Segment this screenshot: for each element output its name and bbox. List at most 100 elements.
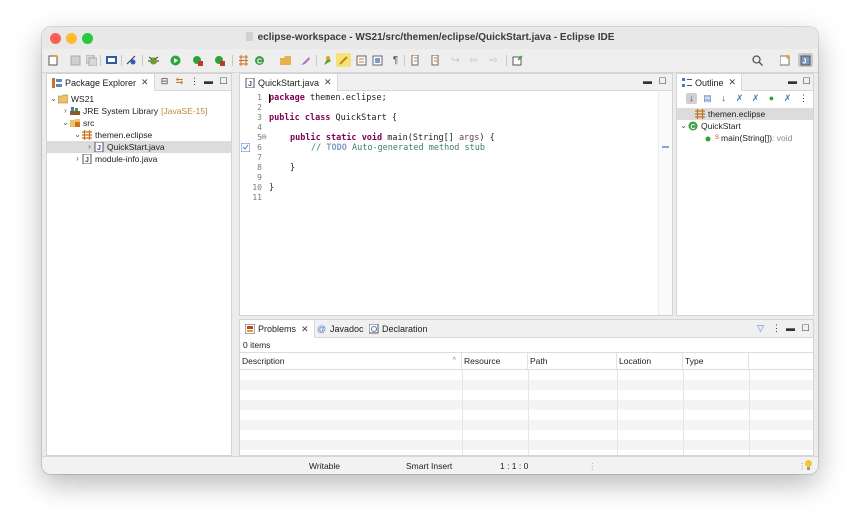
- view-menu-icon[interactable]: ⋮: [798, 93, 809, 104]
- table-body: [240, 370, 813, 455]
- save-icon[interactable]: [68, 53, 83, 67]
- quick-access-search-icon[interactable]: [750, 53, 765, 67]
- close-tab-icon[interactable]: ✕: [141, 77, 149, 88]
- close-tab-icon[interactable]: ✕: [324, 77, 332, 88]
- maximize-icon[interactable]: ☐: [218, 76, 229, 87]
- editor-panel: J QuickStart.java ✕ ▬ ☐ 1 2 3 4 5 6 7 8 …: [239, 73, 673, 316]
- chevron-right-icon[interactable]: ›: [85, 141, 94, 153]
- column-description[interactable]: Description ^: [240, 353, 462, 369]
- code-area[interactable]: package themen.eclipse; public class Qui…: [268, 91, 672, 315]
- minimize-icon[interactable]: ▬: [642, 76, 653, 87]
- run-icon[interactable]: [168, 53, 183, 67]
- column-resource[interactable]: Resource: [462, 353, 528, 369]
- toggle-mark-occurrences-icon[interactable]: [354, 53, 369, 67]
- hide-static-icon[interactable]: ↓: [718, 93, 729, 104]
- code-line-10: }: [269, 183, 275, 193]
- java-file-icon: J: [245, 77, 255, 88]
- external-tools-icon[interactable]: [212, 53, 227, 67]
- tab-quickstart-java[interactable]: J QuickStart.java ✕: [240, 74, 338, 91]
- problems-table: Description ^ Resource Path Location Type: [240, 352, 813, 455]
- outline-item-package[interactable]: themen.eclipse: [677, 108, 813, 120]
- chevron-down-icon[interactable]: ⌄: [61, 117, 70, 129]
- pin-editor-icon[interactable]: [510, 53, 525, 67]
- hide-nonpublic-icon[interactable]: ✗: [734, 93, 745, 104]
- collapse-all-icon[interactable]: ⊟: [159, 76, 170, 87]
- new-class-icon[interactable]: [278, 53, 293, 67]
- new-java-project-icon[interactable]: [236, 53, 251, 67]
- tree-item-ws21[interactable]: ⌄ WS21: [47, 93, 231, 105]
- view-menu-icon[interactable]: ⋮: [189, 76, 200, 87]
- debug-icon[interactable]: [146, 53, 161, 67]
- tree-item-module-info[interactable]: › J module-info.java: [47, 153, 231, 165]
- hide-fields-icon[interactable]: ▤: [702, 93, 713, 104]
- last-edit-location-icon[interactable]: ↪: [448, 53, 463, 67]
- coverage-icon[interactable]: [190, 53, 205, 67]
- tree-item-package[interactable]: ⌄ themen.eclipse: [47, 129, 231, 141]
- tip-lightbulb-icon[interactable]: [804, 459, 813, 473]
- open-type-icon[interactable]: [298, 53, 313, 67]
- link-with-editor-icon[interactable]: ⇆: [174, 76, 185, 87]
- next-edit-icon[interactable]: [408, 53, 423, 67]
- public-members-icon[interactable]: ●: [766, 93, 777, 104]
- status-insert-mode[interactable]: Smart Insert: [406, 461, 452, 471]
- chevron-right-icon[interactable]: ›: [61, 105, 70, 117]
- minimize-icon[interactable]: ▬: [785, 323, 796, 334]
- tab-outline[interactable]: Outline ✕: [677, 74, 743, 91]
- link-with-editor-icon[interactable]: ✗: [782, 93, 793, 104]
- show-whitespace-icon[interactable]: ¶: [388, 53, 403, 67]
- filter-icon[interactable]: ▽: [755, 323, 766, 334]
- open-perspective-icon[interactable]: [778, 53, 793, 67]
- hide-local-types-icon[interactable]: ✗: [750, 93, 761, 104]
- tree-item-jre[interactable]: › JRE System Library [JavaSE-15]: [47, 105, 231, 117]
- chevron-down-icon[interactable]: ⌄: [49, 93, 58, 105]
- previous-edit-icon[interactable]: [428, 53, 443, 67]
- skip-breakpoints-icon[interactable]: [124, 53, 139, 67]
- sort-icon[interactable]: ↓: [686, 93, 697, 104]
- column-path[interactable]: Path: [528, 353, 617, 369]
- toggle-block-selection-icon[interactable]: [370, 53, 385, 67]
- minimize-icon[interactable]: ▬: [203, 76, 214, 87]
- search-icon[interactable]: [320, 53, 335, 67]
- outline-toolbar: ↓ ▤ ↓ ✗ ✗ ● ✗ ⋮: [686, 93, 812, 107]
- minimize-icon[interactable]: ▬: [787, 76, 798, 87]
- outline-panel: Outline ✕ ▬ ☐ ↓ ▤ ↓ ✗ ✗ ● ✗ ⋮ themen.ecl…: [676, 73, 814, 316]
- tab-javadoc[interactable]: @ Javadoc: [312, 320, 369, 338]
- tree-item-quickstart-java[interactable]: › J QuickStart.java: [47, 141, 231, 153]
- svg-text:J: J: [803, 58, 807, 65]
- task-marker-icon[interactable]: [240, 142, 251, 154]
- chevron-down-icon[interactable]: ⌄: [679, 120, 688, 132]
- package-explorer-panel: Package Explorer ✕ ⊟ ⇆ ⋮ ▬ ☐ ⌄ WS21 › JR…: [46, 73, 232, 456]
- forward-icon[interactable]: ⇨: [486, 53, 501, 67]
- new-icon[interactable]: [46, 53, 61, 67]
- column-location[interactable]: Location: [617, 353, 683, 369]
- status-bar: Writable Smart Insert 1 : 1 : 0 ⋮ ⋮: [42, 456, 818, 474]
- close-tab-icon[interactable]: ✕: [301, 324, 309, 335]
- maximize-icon[interactable]: ☐: [800, 323, 811, 334]
- maximize-icon[interactable]: ☐: [657, 76, 668, 87]
- close-tab-icon[interactable]: ✕: [729, 77, 737, 88]
- outline-item-class[interactable]: ⌄ C QuickStart: [677, 120, 813, 132]
- view-menu-icon[interactable]: ⋮: [771, 323, 782, 334]
- outline-item-method[interactable]: S main(String[]) : void: [677, 132, 813, 144]
- next-annotation-icon[interactable]: [336, 53, 351, 67]
- maximize-icon[interactable]: ☐: [801, 76, 812, 87]
- column-type[interactable]: Type: [683, 353, 749, 369]
- tab-package-explorer[interactable]: Package Explorer ✕: [47, 74, 155, 91]
- fold-collapse-icon[interactable]: ⊖: [261, 133, 267, 141]
- task-ruler-marker[interactable]: [662, 146, 669, 148]
- svg-text:C: C: [691, 124, 696, 131]
- chevron-down-icon[interactable]: ⌄: [73, 129, 82, 141]
- overview-ruler[interactable]: [658, 91, 672, 315]
- back-icon[interactable]: ⇦: [466, 53, 481, 67]
- status-cursor-position[interactable]: 1 : 1 : 0: [500, 461, 528, 471]
- java-perspective-icon[interactable]: J: [798, 53, 813, 67]
- svg-text:J: J: [248, 81, 252, 88]
- save-all-icon[interactable]: [84, 53, 99, 67]
- tab-problems[interactable]: Problems ✕: [240, 320, 315, 338]
- terminal-icon[interactable]: [104, 53, 119, 67]
- package-icon: [82, 130, 92, 140]
- chevron-right-icon[interactable]: ›: [73, 153, 82, 165]
- tree-item-src[interactable]: ⌄ src: [47, 117, 231, 129]
- tab-declaration[interactable]: Declaration: [364, 320, 433, 338]
- new-package-icon[interactable]: C: [252, 53, 267, 67]
